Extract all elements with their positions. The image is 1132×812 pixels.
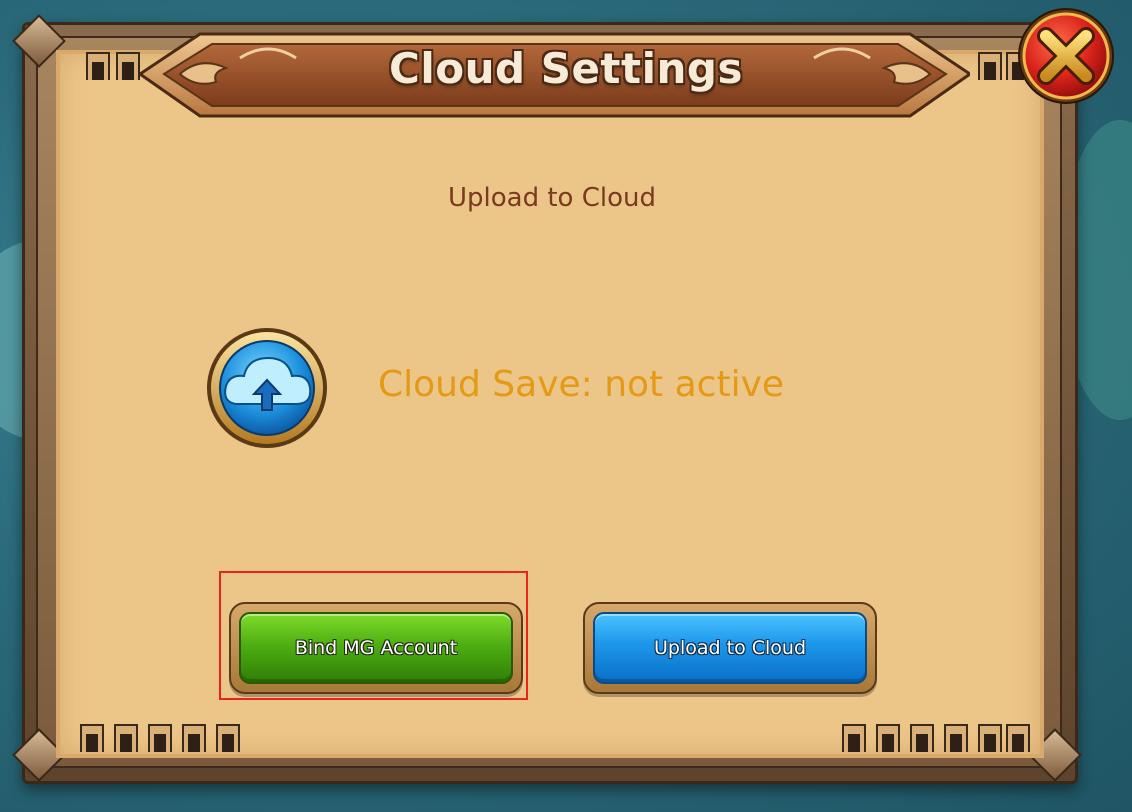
frame-crenel [910,724,934,752]
close-x-icon [1018,8,1114,104]
frame-crenel [80,724,104,752]
cloud-upload-icon [204,326,330,450]
cloud-save-status: Cloud Save: not active [378,364,785,405]
close-button[interactable] [1016,6,1116,106]
frame-crenel [114,724,138,752]
frame-crenel [876,724,900,752]
dialog-title: Cloud Settings [389,44,743,93]
upload-to-cloud-label: Upload to Cloud [593,612,867,684]
frame-crenel [978,724,1002,752]
frame-crenel [182,724,206,752]
frame-crenel [148,724,172,752]
highlight-box [219,571,528,700]
frame-crenel [842,724,866,752]
frame-crenel [944,724,968,752]
upload-to-cloud-button[interactable]: Upload to Cloud [583,602,877,694]
section-subtitle: Upload to Cloud [448,183,656,213]
frame-crenel [1006,724,1030,752]
frame-crenel [216,724,240,752]
